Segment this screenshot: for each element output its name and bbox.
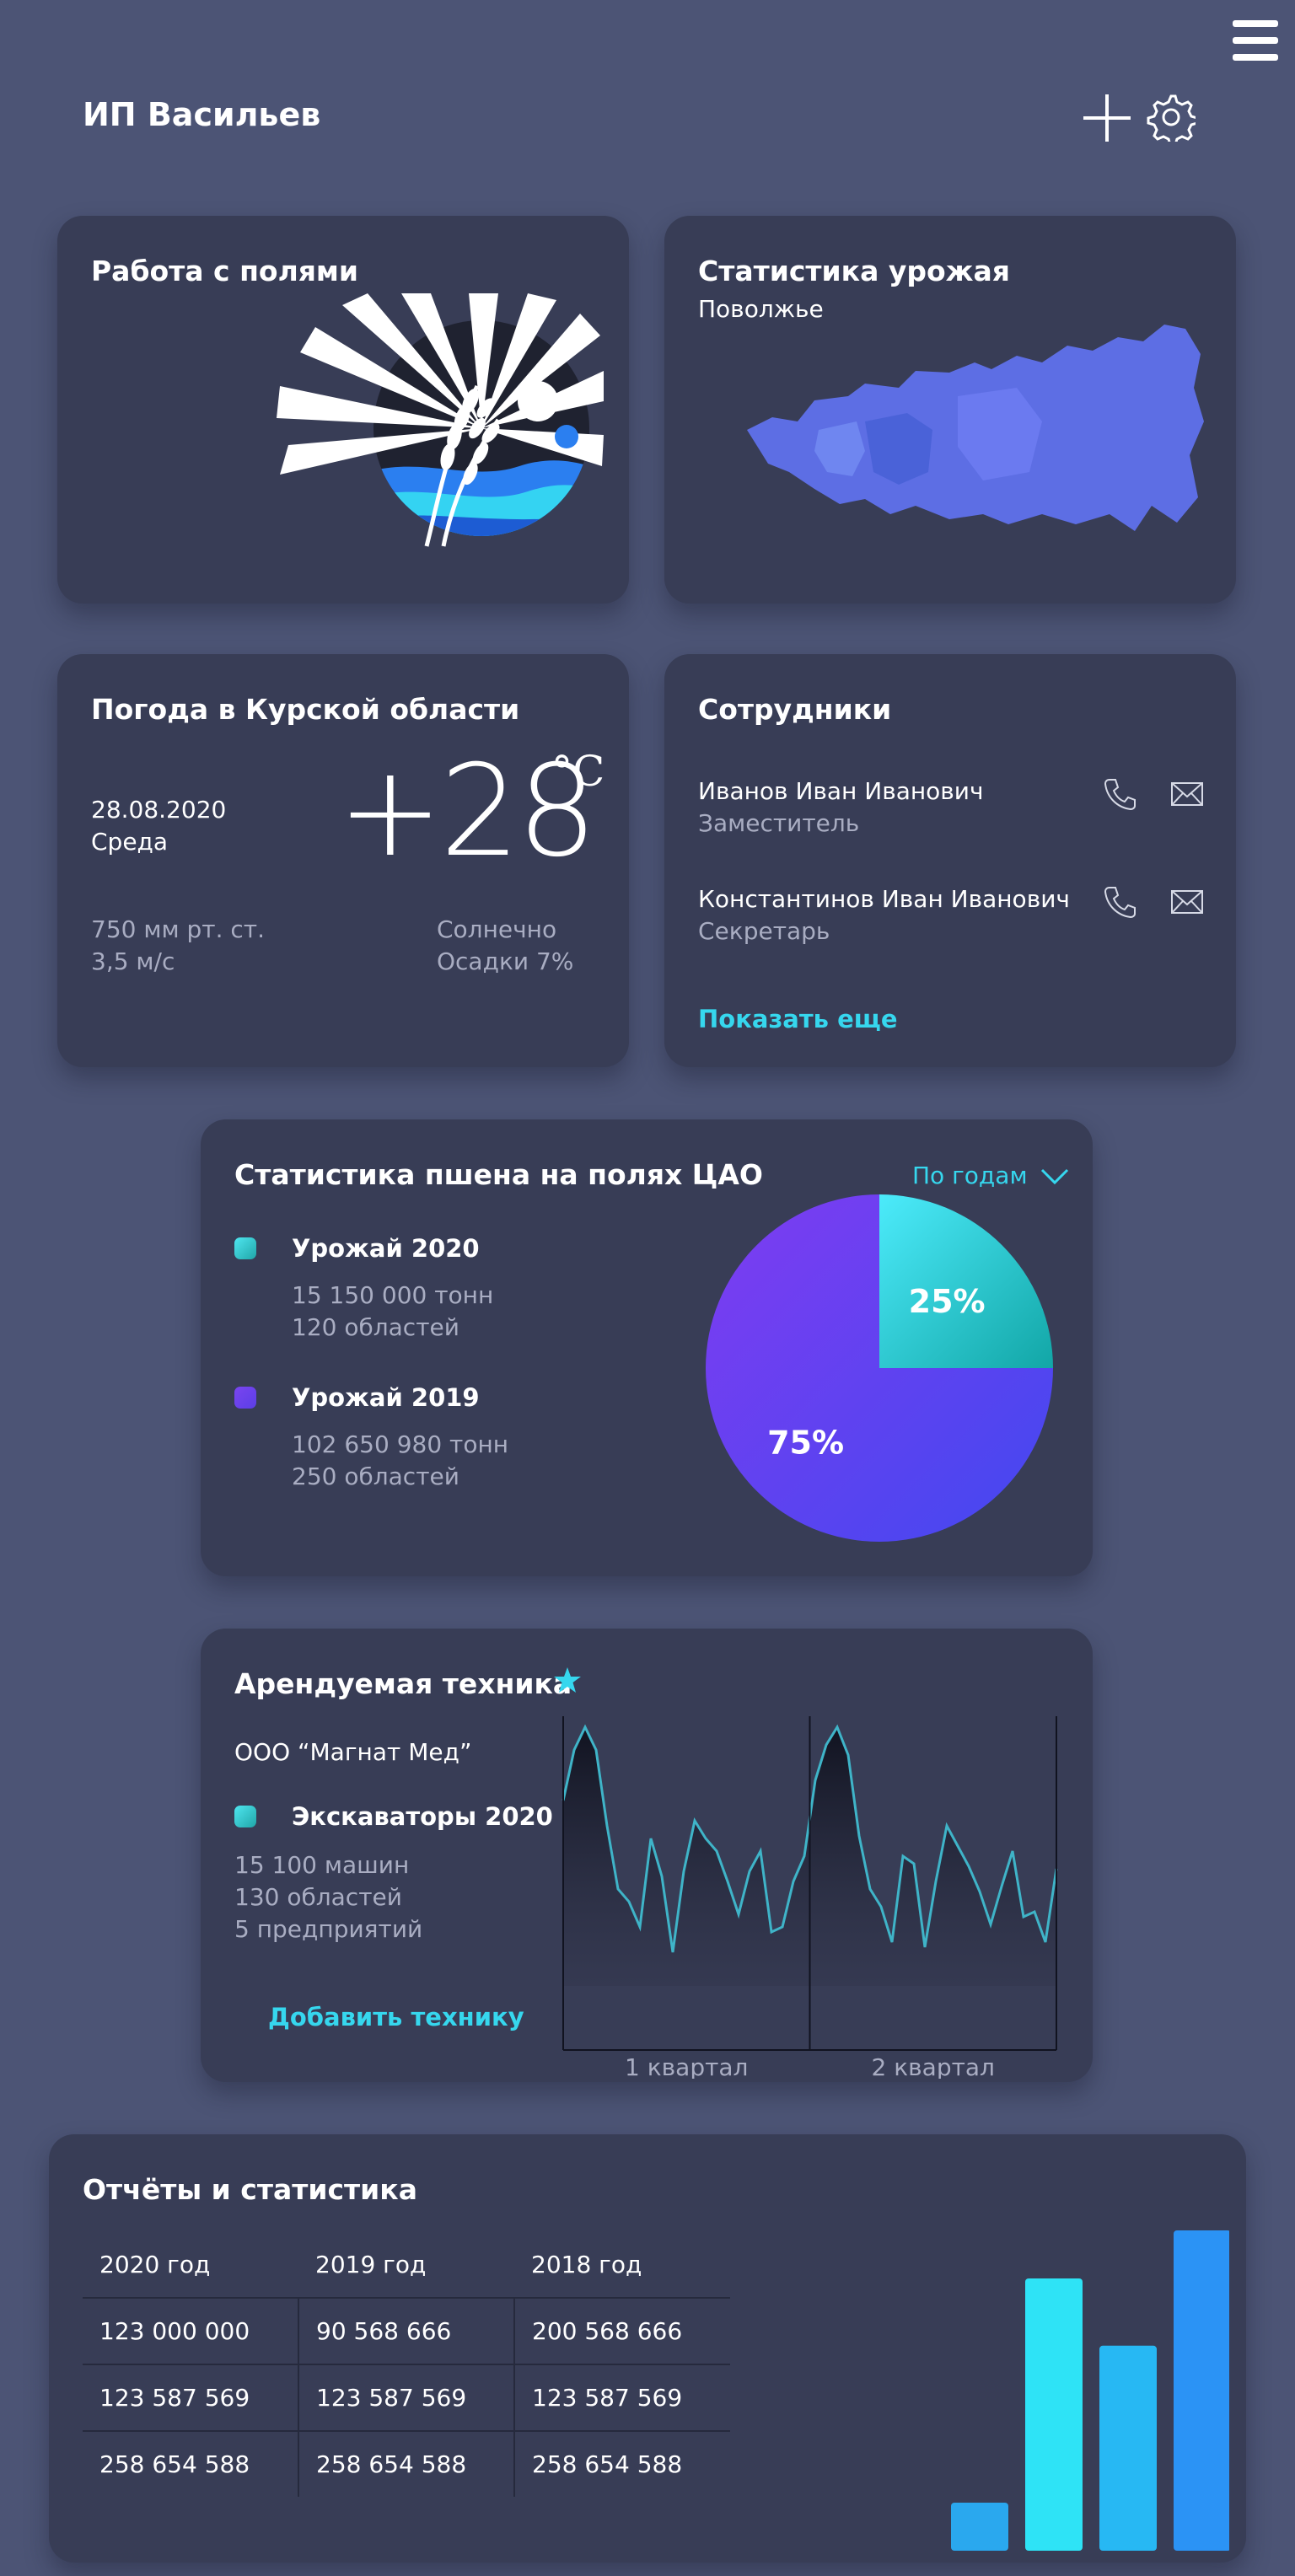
plus-icon[interactable] <box>1082 93 1132 143</box>
fields-card[interactable]: Работа с полями <box>57 216 629 604</box>
weather-condition: Солнечно <box>437 915 557 943</box>
period-dropdown-label: По годам <box>912 1162 1028 1189</box>
legend-swatch <box>234 1806 256 1827</box>
rental-machines: 15 100 машин <box>234 1851 410 1879</box>
hamburger-icon[interactable] <box>1233 20 1278 61</box>
staff-name: Иванов Иван Иванович <box>698 777 984 805</box>
weather-date: 28.08.2020 <box>91 796 227 824</box>
staff-title: Сотрудники <box>698 693 892 726</box>
table-header: 2020 год <box>99 2251 211 2278</box>
page-title: ИП Васильев <box>83 96 321 133</box>
legend-tons: 102 650 980 тонн <box>292 1430 509 1458</box>
table-cell: 123 000 000 <box>83 2297 298 2364</box>
table-cell: 258 654 588 <box>513 2430 730 2497</box>
legend-swatch <box>234 1387 256 1409</box>
rental-item: Экскаваторы 2020 <box>292 1802 553 1831</box>
mail-icon[interactable] <box>1170 888 1204 915</box>
harvest-card-title: Статистика урожая <box>698 255 1010 287</box>
table-cell: 123 587 569 <box>513 2364 730 2431</box>
pie-slice-label: 25% <box>909 1283 986 1320</box>
staff-card: Сотрудники Иванов Иван Иванович Заместит… <box>664 654 1236 1067</box>
reports-title: Отчёты и статистика <box>83 2173 417 2206</box>
table-cell: 90 568 666 <box>298 2297 514 2364</box>
bar <box>1174 2230 1229 2551</box>
phone-icon[interactable] <box>1103 885 1136 919</box>
x-tick-label: 1 квартал <box>625 2053 748 2079</box>
table-cell: 258 654 588 <box>83 2430 298 2497</box>
weather-weekday: Среда <box>91 828 169 856</box>
add-equipment-button[interactable]: Добавить технику <box>268 2003 524 2031</box>
line-chart: 1 квартал 2 квартал <box>562 1716 1058 2079</box>
pie-slice-label: 75% <box>767 1424 844 1461</box>
russia-map <box>747 325 1204 531</box>
phone-icon[interactable] <box>1103 777 1136 811</box>
table-row: 258 654 588 258 654 588 258 654 588 <box>83 2430 730 2497</box>
wheat-stats-card: Статистика пшена на полях ЦАО По годам У… <box>201 1119 1093 1576</box>
star-icon[interactable] <box>553 1666 582 1694</box>
staff-role: Заместитель <box>698 809 860 837</box>
rental-card: Арендуемая техника ООО “Магнат Мед” Экск… <box>201 1629 1093 2082</box>
show-more-link[interactable]: Показать еще <box>698 1005 898 1033</box>
table-header: 2018 год <box>531 2251 642 2278</box>
chevron-down-icon <box>1040 1168 1069 1185</box>
reports-table: 2020 год 2019 год 2018 год 123 000 000 9… <box>83 2232 730 2497</box>
pie-slice <box>879 1194 1053 1368</box>
reports-card: Отчёты и статистика 2020 год 2019 год 20… <box>49 2134 1246 2563</box>
rental-company: ООО “Магнат Мед” <box>234 1738 472 1766</box>
staff-name: Константинов Иван Иванович <box>698 885 1070 913</box>
weather-temperature-unit: °C <box>551 747 605 796</box>
weather-card[interactable]: Погода в Курской области 28.08.2020 Сред… <box>57 654 629 1067</box>
bar <box>1025 2278 1083 2551</box>
legend-regions: 120 областей <box>292 1313 459 1341</box>
table-row: 123 587 569 123 587 569 123 587 569 <box>83 2364 730 2431</box>
legend-name: Урожай 2019 <box>292 1383 480 1412</box>
table-cell: 200 568 666 <box>513 2297 730 2364</box>
legend-tons: 15 150 000 тонн <box>292 1281 494 1309</box>
weather-pressure: 750 мм рт. ст. <box>91 915 265 943</box>
table-cell: 123 587 569 <box>298 2364 514 2431</box>
rental-companies: 5 предприятий <box>234 1915 423 1943</box>
rental-title: Арендуемая техника <box>234 1667 572 1700</box>
bar <box>1099 2345 1157 2551</box>
weather-wind: 3,5 м/с <box>91 947 175 975</box>
wheat-sun-logo <box>277 293 604 547</box>
rental-regions: 130 областей <box>234 1883 402 1911</box>
legend-name: Урожай 2020 <box>292 1234 480 1263</box>
mail-icon[interactable] <box>1170 781 1204 808</box>
table-cell: 258 654 588 <box>298 2430 514 2497</box>
table-header: 2019 год <box>315 2251 427 2278</box>
table-row: 123 000 000 90 568 666 200 568 666 <box>83 2297 730 2364</box>
bar <box>951 2503 1008 2551</box>
legend-swatch <box>234 1237 256 1259</box>
harvest-card[interactable]: Статистика урожая Поволжье <box>664 216 1236 604</box>
table-header-row: 2020 год 2019 год 2018 год <box>83 2232 730 2298</box>
x-tick-label: 2 квартал <box>872 2053 995 2079</box>
fields-card-title: Работа с полями <box>91 255 359 287</box>
pie-chart: 25% 75% <box>706 1194 1053 1542</box>
wheat-stats-title: Статистика пшена на полях ЦАО <box>234 1158 763 1191</box>
bar-chart <box>951 2230 1229 2551</box>
legend-regions: 250 областей <box>292 1462 459 1490</box>
weather-title: Погода в Курской области <box>91 693 520 726</box>
table-cell: 123 587 569 <box>83 2364 298 2431</box>
weather-precipitation: Осадки 7% <box>437 947 574 975</box>
gear-icon[interactable] <box>1147 93 1196 142</box>
staff-role: Секретарь <box>698 917 830 945</box>
